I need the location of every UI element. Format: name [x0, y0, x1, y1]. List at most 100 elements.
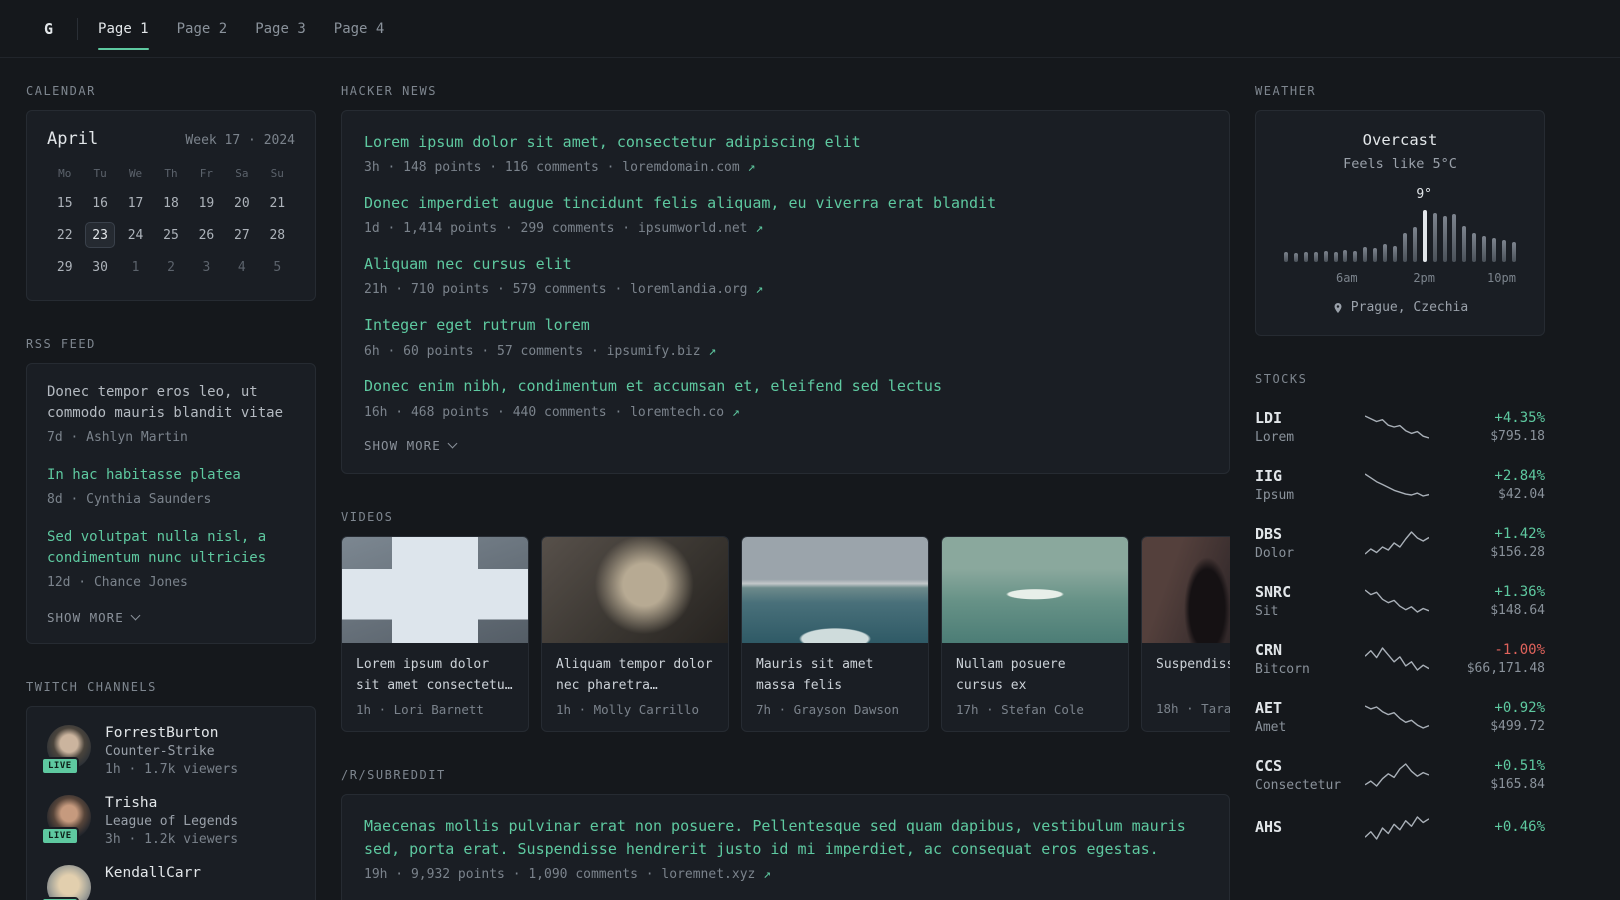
app-logo[interactable]: G — [40, 20, 57, 38]
stock-row[interactable]: LDI Lorem +4.35% $795.18 — [1255, 398, 1545, 456]
video-title[interactable]: Mauris sit amet massa felis — [756, 655, 914, 695]
video-card[interactable]: Suspendisse diam 18h · Tara — [1141, 536, 1230, 732]
calendar-grid: 15 16 17 18 19 20 21 22 23 24 25 26 27 28 29 30 1 2 3 4 5 — [47, 190, 295, 280]
weather-bar — [1293, 253, 1298, 262]
stock-symbol: SNRC — [1255, 583, 1292, 601]
stock-row[interactable]: IIG Ipsum +2.84% $42.04 — [1255, 456, 1545, 514]
video-card[interactable]: Lorem ipsum dolor sit amet consectetu… 1… — [341, 536, 529, 732]
stock-price: $499.72 — [1490, 719, 1545, 734]
video-title[interactable]: Lorem ipsum dolor sit amet consectetu… — [356, 655, 514, 695]
stock-sparkline — [1365, 473, 1429, 497]
hn-item-domain-link[interactable]: loremlandia.org ↗ — [630, 282, 763, 297]
calendar-month: April — [47, 129, 99, 149]
calendar-day-header: Fr — [199, 167, 214, 180]
calendar-day: 4 — [237, 259, 246, 275]
hn-item-domain: ipsumworld.net — [637, 221, 748, 237]
top-bar: G Page 1 Page 2 Page 3 Page 4 — [0, 0, 1620, 58]
rss-item: Donec tempor eros leo, ut commodo mauris… — [47, 382, 295, 448]
channel-game: League of Legends — [105, 813, 239, 829]
stock-name: Dolor — [1255, 546, 1295, 561]
weather-bar — [1333, 252, 1338, 262]
calendar-day: 30 — [92, 259, 108, 275]
channel-meta: 3h · 1.2k viewers — [105, 831, 239, 847]
weather-bar — [1323, 251, 1328, 262]
section-label-weather: WEATHER — [1255, 84, 1317, 98]
stock-row[interactable]: CCS Consectetur +0.51% $165.84 — [1255, 746, 1545, 804]
show-more-label: SHOW MORE — [364, 438, 441, 454]
weather-card: Overcast Feels like 5°C 9° 6am 2pm 10pm Pr… — [1255, 110, 1545, 336]
video-card[interactable]: Mauris sit amet massa felis 7h · Grayson… — [741, 536, 929, 732]
hn-item-title[interactable]: Donec imperdiet augue tincidunt felis al… — [364, 192, 1207, 215]
tab-page-1[interactable]: Page 1 — [98, 16, 149, 50]
weather-bar — [1482, 236, 1487, 262]
weather-bar — [1452, 214, 1457, 262]
hn-show-more-button[interactable]: SHOW MORE — [364, 438, 1207, 453]
subreddit-post-domain-link[interactable]: loremnet.xyz ↗ — [661, 867, 771, 882]
stock-price: $165.84 — [1490, 777, 1545, 792]
video-meta: 17h · Stefan Cole — [956, 701, 1084, 717]
hn-item-domain-link[interactable]: loremtech.co ↗ — [630, 405, 740, 420]
calendar-day: 17 — [127, 195, 144, 211]
hn-item-domain-link[interactable]: ipsumworld.net ↗ — [638, 221, 763, 236]
stock-row[interactable]: AET Amet +0.92% $499.72 — [1255, 688, 1545, 746]
twitch-channel-row[interactable]: LIVE Trisha League of Legends 3h · 1.2k … — [41, 794, 295, 847]
section-label-videos: VIDEOS — [341, 510, 394, 525]
subreddit-post-title[interactable]: Maecenas mollis pulvinar erat non posuer… — [364, 815, 1207, 862]
weather-location-row: Prague, Czechia — [1274, 300, 1526, 315]
weather-bar — [1511, 242, 1516, 262]
location-pin-icon — [1334, 302, 1342, 313]
hn-item-title[interactable]: Donec enim nibh, condimentum et accumsan… — [364, 375, 1207, 398]
weather-bar — [1313, 252, 1318, 262]
hn-item-domain-link[interactable]: loremdomain.com ↗ — [622, 160, 755, 175]
video-title[interactable]: Aliquam tempor dolor nec pharetra… — [556, 655, 714, 695]
hn-item-title[interactable]: Integer eget rutrum lorem — [364, 314, 1207, 337]
rss-item-title[interactable]: In hac habitasse platea — [47, 465, 295, 486]
calendar-day: 21 — [269, 195, 286, 211]
calendar-card: April Week 17 · 2024 Mo Tu We Th Fr Sa Su 15 16… — [26, 110, 316, 301]
hn-item-title[interactable]: Aliquam nec cursus elit — [364, 253, 1207, 276]
stock-symbol: AHS — [1255, 817, 1283, 836]
twitch-channel-row[interactable]: LIVE ForrestBurton Counter-Strike 1h · 1… — [41, 724, 295, 777]
twitch-channel-row[interactable]: LIVE KendallCarr — [41, 864, 295, 900]
hacker-news-card: Lorem ipsum dolor sit amet, consectetur … — [341, 110, 1230, 475]
hn-item-meta: 1d · 1,414 points · 299 comments · — [364, 221, 638, 237]
video-thumbnail[interactable] — [742, 537, 928, 644]
rss-show-more-button[interactable]: SHOW MORE — [47, 610, 295, 625]
weather-time-label: 2pm — [1413, 271, 1435, 285]
stock-price: $148.64 — [1490, 603, 1545, 618]
video-thumbnail[interactable] — [1142, 537, 1230, 644]
video-thumbnail[interactable] — [342, 537, 528, 644]
stock-row[interactable]: SNRC Sit +1.36% $148.64 — [1255, 572, 1545, 630]
stock-row[interactable]: CRN Bitcorn -1.00% $66,171.48 — [1255, 630, 1545, 688]
rss-item-title[interactable]: Sed volutpat nulla nisl, a condimentum n… — [47, 527, 295, 569]
calendar-day: 1 — [131, 259, 140, 275]
hn-item-domain-link[interactable]: ipsumify.biz ↗ — [607, 344, 717, 359]
stocks-list: LDI Lorem +4.35% $795.18 IIG Ipsum +2.84… — [1255, 398, 1545, 852]
external-link-icon: ↗ — [747, 160, 756, 176]
tab-page-2[interactable]: Page 2 — [177, 16, 228, 42]
tab-page-4[interactable]: Page 4 — [334, 16, 385, 42]
stock-row[interactable]: DBS Dolor +1.42% $156.28 — [1255, 514, 1545, 572]
calendar-day: 22 — [56, 227, 73, 243]
channel-avatar: LIVE — [41, 724, 91, 775]
external-link-icon: ↗ — [755, 221, 764, 237]
external-link-icon: ↗ — [708, 343, 717, 359]
video-title[interactable]: Suspendisse diam — [1156, 655, 1230, 695]
video-card[interactable]: Aliquam tempor dolor nec pharetra… 1h · … — [541, 536, 729, 732]
stock-row[interactable]: AHS +0.46% — [1255, 804, 1545, 852]
weather-widget: WEATHER Overcast Feels like 5°C 9° 6am 2p… — [1255, 84, 1545, 336]
hn-item-title[interactable]: Lorem ipsum dolor sit amet, consectetur … — [364, 131, 1207, 154]
stock-name: Amet — [1255, 720, 1287, 735]
rss-item-title[interactable]: Donec tempor eros leo, ut commodo mauris… — [47, 382, 295, 424]
weather-bar — [1412, 227, 1417, 262]
live-badge: LIVE — [41, 896, 79, 900]
tab-page-3[interactable]: Page 3 — [255, 16, 306, 42]
video-meta: 1h · Lori Barnett — [356, 701, 484, 717]
video-card[interactable]: Nullam posuere cursus ex 17h · Stefan Co… — [941, 536, 1129, 732]
video-title[interactable]: Nullam posuere cursus ex — [956, 655, 1114, 695]
calendar-day-header: Tu — [93, 167, 107, 180]
video-thumbnail[interactable] — [542, 537, 728, 644]
calendar-week-year: Week 17 · 2024 — [185, 133, 295, 148]
video-thumbnail[interactable] — [942, 537, 1128, 644]
section-label-hacker-news: HACKER NEWS — [341, 84, 437, 98]
